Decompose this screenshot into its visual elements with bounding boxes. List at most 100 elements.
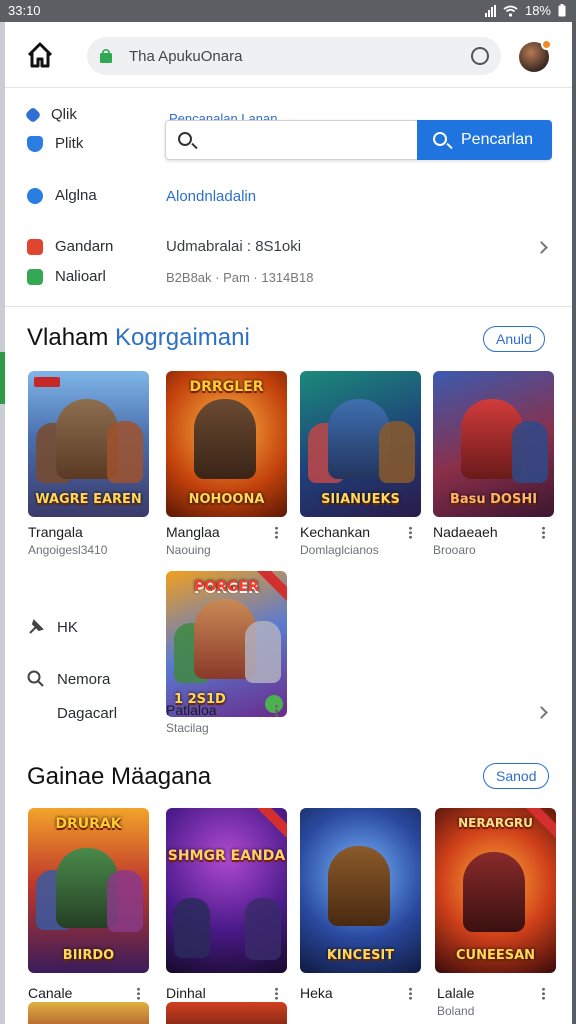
game-art-title: WAGRE EAREN <box>35 492 142 507</box>
more-vert-icon[interactable] <box>409 987 412 1000</box>
game-card[interactable]: PORGER 1 2S1D <box>166 571 287 717</box>
more-vert-icon[interactable] <box>137 987 140 1000</box>
edge-tab[interactable] <box>0 352 5 404</box>
section-2-more-button[interactable]: Sanod <box>483 763 550 789</box>
top-bar: Tha ApukuOnara <box>5 22 572 88</box>
pin-icon <box>29 619 44 634</box>
side-link-label: Qlik <box>51 106 77 123</box>
badge <box>34 377 60 387</box>
search-icon <box>27 670 44 687</box>
game-subtitle: Stacilag <box>166 721 209 735</box>
game-name[interactable]: Trangala <box>28 524 83 540</box>
side-link-label: Nemora <box>57 670 111 688</box>
game-card-partial[interactable] <box>28 1002 149 1024</box>
game-art-title: SIIANUEKS <box>321 492 400 507</box>
game-art-top-title: DRRGLER <box>189 379 264 395</box>
clock-icon[interactable] <box>471 47 489 65</box>
game-name[interactable]: Kechankan <box>300 524 370 540</box>
game-art-top-title: DRURAK <box>55 816 122 832</box>
game-card[interactable]: NERARGRU CUNEESAN <box>435 808 556 973</box>
game-subtitle: Domlaglcianos <box>300 543 379 557</box>
status-time: 33:10 <box>8 3 41 18</box>
game-art-title: CUNEESAN <box>455 948 536 963</box>
info-line-1: Udmabralai : 8S1oki <box>166 238 302 255</box>
search-box[interactable]: Pencarlan <box>165 120 552 160</box>
search-button[interactable]: Pencarlan <box>417 120 552 160</box>
side-link-gandarn[interactable]: Gandarn <box>27 238 113 255</box>
game-card[interactable]: WAGRE EAREN <box>28 371 149 517</box>
side-link-plitk[interactable]: Plitk <box>27 135 83 152</box>
home-icon[interactable] <box>25 40 55 70</box>
game-art-top-title: NERARGRU <box>458 816 533 830</box>
game-art-title: Basu DOSHI <box>449 492 538 507</box>
side-link-label: Nalioarl <box>55 268 106 285</box>
game-card[interactable]: KINCESIT <box>300 808 421 973</box>
game-subtitle: Brooaro <box>433 543 476 557</box>
side-link-label: Plitk <box>55 135 84 152</box>
game-card[interactable]: SIIANUEKS <box>300 371 421 517</box>
search-icon <box>178 132 192 146</box>
more-vert-icon[interactable] <box>275 987 278 1000</box>
info-link[interactable]: Alondnladalin <box>166 188 256 205</box>
more-vert-icon[interactable] <box>409 526 412 539</box>
game-art-title: BIIRDO <box>62 948 115 963</box>
chevron-right-icon[interactable] <box>535 706 548 719</box>
flame-icon <box>27 238 43 255</box>
game-card[interactable]: DRRGLER NOHOONA <box>166 371 287 517</box>
game-card-partial[interactable] <box>166 1002 287 1024</box>
compass-icon <box>24 106 42 123</box>
chevron-right-icon[interactable] <box>535 241 548 254</box>
game-name[interactable]: Patlaloa <box>166 702 217 718</box>
side-link-label: Alglna <box>55 187 97 204</box>
game-art-title: NOHOONA <box>188 492 265 507</box>
game-card[interactable]: DRURAK BIIRDO <box>28 808 149 973</box>
more-vert-icon[interactable] <box>542 526 545 539</box>
app-window: Tha ApukuOnara Qlik Plitk Pencanalan Lan… <box>5 22 572 1024</box>
game-subtitle: Angoigesl3410 <box>28 543 108 557</box>
battery-level: 18% <box>524 3 551 18</box>
divider <box>5 306 572 307</box>
store-icon <box>27 268 43 285</box>
game-name[interactable]: Dinhal <box>166 985 206 1001</box>
game-name[interactable]: Manglaa <box>166 524 220 540</box>
battery-icon <box>558 4 566 17</box>
side-link-dagacarl[interactable]: Dagacarl <box>57 705 117 722</box>
more-vert-icon[interactable] <box>542 987 545 1000</box>
side-link-label: HK <box>57 618 78 636</box>
section-1-more-button[interactable]: Anuld <box>483 326 545 352</box>
side-link-label: Dagacarl <box>57 705 118 722</box>
game-subtitle: Naouing <box>166 543 211 557</box>
notification-dot <box>541 39 552 50</box>
info-line-2: B2B8ak · Pam · 1314B18 <box>166 270 314 285</box>
shield-icon <box>27 135 43 152</box>
side-link-label: Gandarn <box>55 238 114 255</box>
game-card[interactable]: SHMGR EANDA <box>166 808 287 973</box>
section-2-title: Gainae Mäagana <box>27 763 212 790</box>
game-art-title: KINCESIT <box>326 948 395 963</box>
game-card[interactable]: Basu DOSHI <box>433 371 554 517</box>
game-name[interactable]: Lalale <box>437 985 474 1001</box>
game-subtitle: Boland <box>437 1004 475 1018</box>
game-name[interactable]: Canale <box>28 985 72 1001</box>
wifi-icon <box>503 5 518 17</box>
game-name[interactable]: Heka <box>300 985 333 1001</box>
avatar[interactable] <box>519 39 552 72</box>
address-text: Tha ApukuOnara <box>129 48 243 65</box>
more-vert-icon[interactable] <box>275 704 278 717</box>
side-link-hk[interactable]: HK <box>27 618 78 636</box>
search-icon <box>433 132 447 146</box>
search-button-label: Pencarlan <box>461 131 534 148</box>
check-icon <box>265 695 283 713</box>
signal-icon <box>484 4 496 17</box>
side-link-alglna[interactable]: Alglna <box>27 187 97 204</box>
shopping-bag-icon <box>100 48 112 63</box>
side-link-qlik[interactable]: Qlik <box>24 106 77 123</box>
more-vert-icon[interactable] <box>275 526 278 539</box>
game-name[interactable]: Nadaeaeh <box>433 524 498 540</box>
side-link-nemora[interactable]: Nemora <box>27 670 110 688</box>
address-bar[interactable]: Tha ApukuOnara <box>87 37 501 75</box>
window-edge <box>572 0 576 1024</box>
play-icon <box>27 187 43 204</box>
side-link-nalioarl[interactable]: Nalioarl <box>27 268 106 285</box>
game-art-top-title: SHMGR EANDA <box>167 848 286 864</box>
